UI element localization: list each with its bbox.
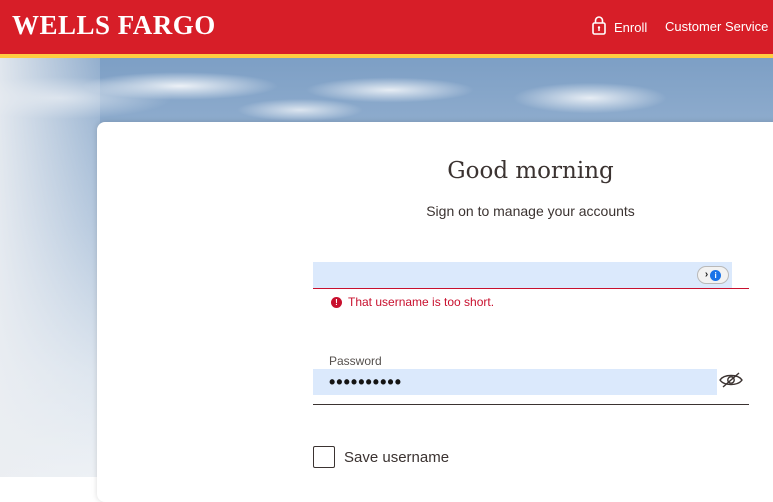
wells-fargo-logo[interactable]: WELLS FARGO xyxy=(12,10,216,41)
enroll-label: Enroll xyxy=(614,19,648,35)
password-manager-icon: i xyxy=(710,269,722,281)
save-username-checkbox[interactable] xyxy=(313,446,335,468)
save-username-label[interactable]: Save username xyxy=(344,449,449,466)
lock-icon xyxy=(592,15,606,40)
greeting-heading: Good morning xyxy=(447,158,614,184)
customer-service-link[interactable]: Customer Service xyxy=(665,19,768,34)
eye-slash-icon[interactable] xyxy=(719,371,743,389)
error-icon: ! xyxy=(331,296,342,308)
password-label: Password xyxy=(329,354,382,368)
save-username-row[interactable]: Save username xyxy=(313,446,449,468)
chevron-right-icon: › xyxy=(704,269,709,280)
username-field: › i xyxy=(313,262,749,289)
signon-subtitle: Sign on to manage your accounts xyxy=(426,203,635,219)
password-input[interactable] xyxy=(313,369,717,395)
username-input[interactable] xyxy=(313,262,732,288)
enroll-link[interactable]: Enroll xyxy=(592,15,648,40)
password-field xyxy=(313,369,749,405)
background-fade xyxy=(0,58,100,477)
username-error: ! That username is too short. xyxy=(331,295,494,309)
site-header: WELLS FARGO Enroll Customer Service xyxy=(0,0,773,54)
username-error-text: That username is too short. xyxy=(348,295,495,309)
password-manager-button[interactable]: › i xyxy=(697,266,729,284)
